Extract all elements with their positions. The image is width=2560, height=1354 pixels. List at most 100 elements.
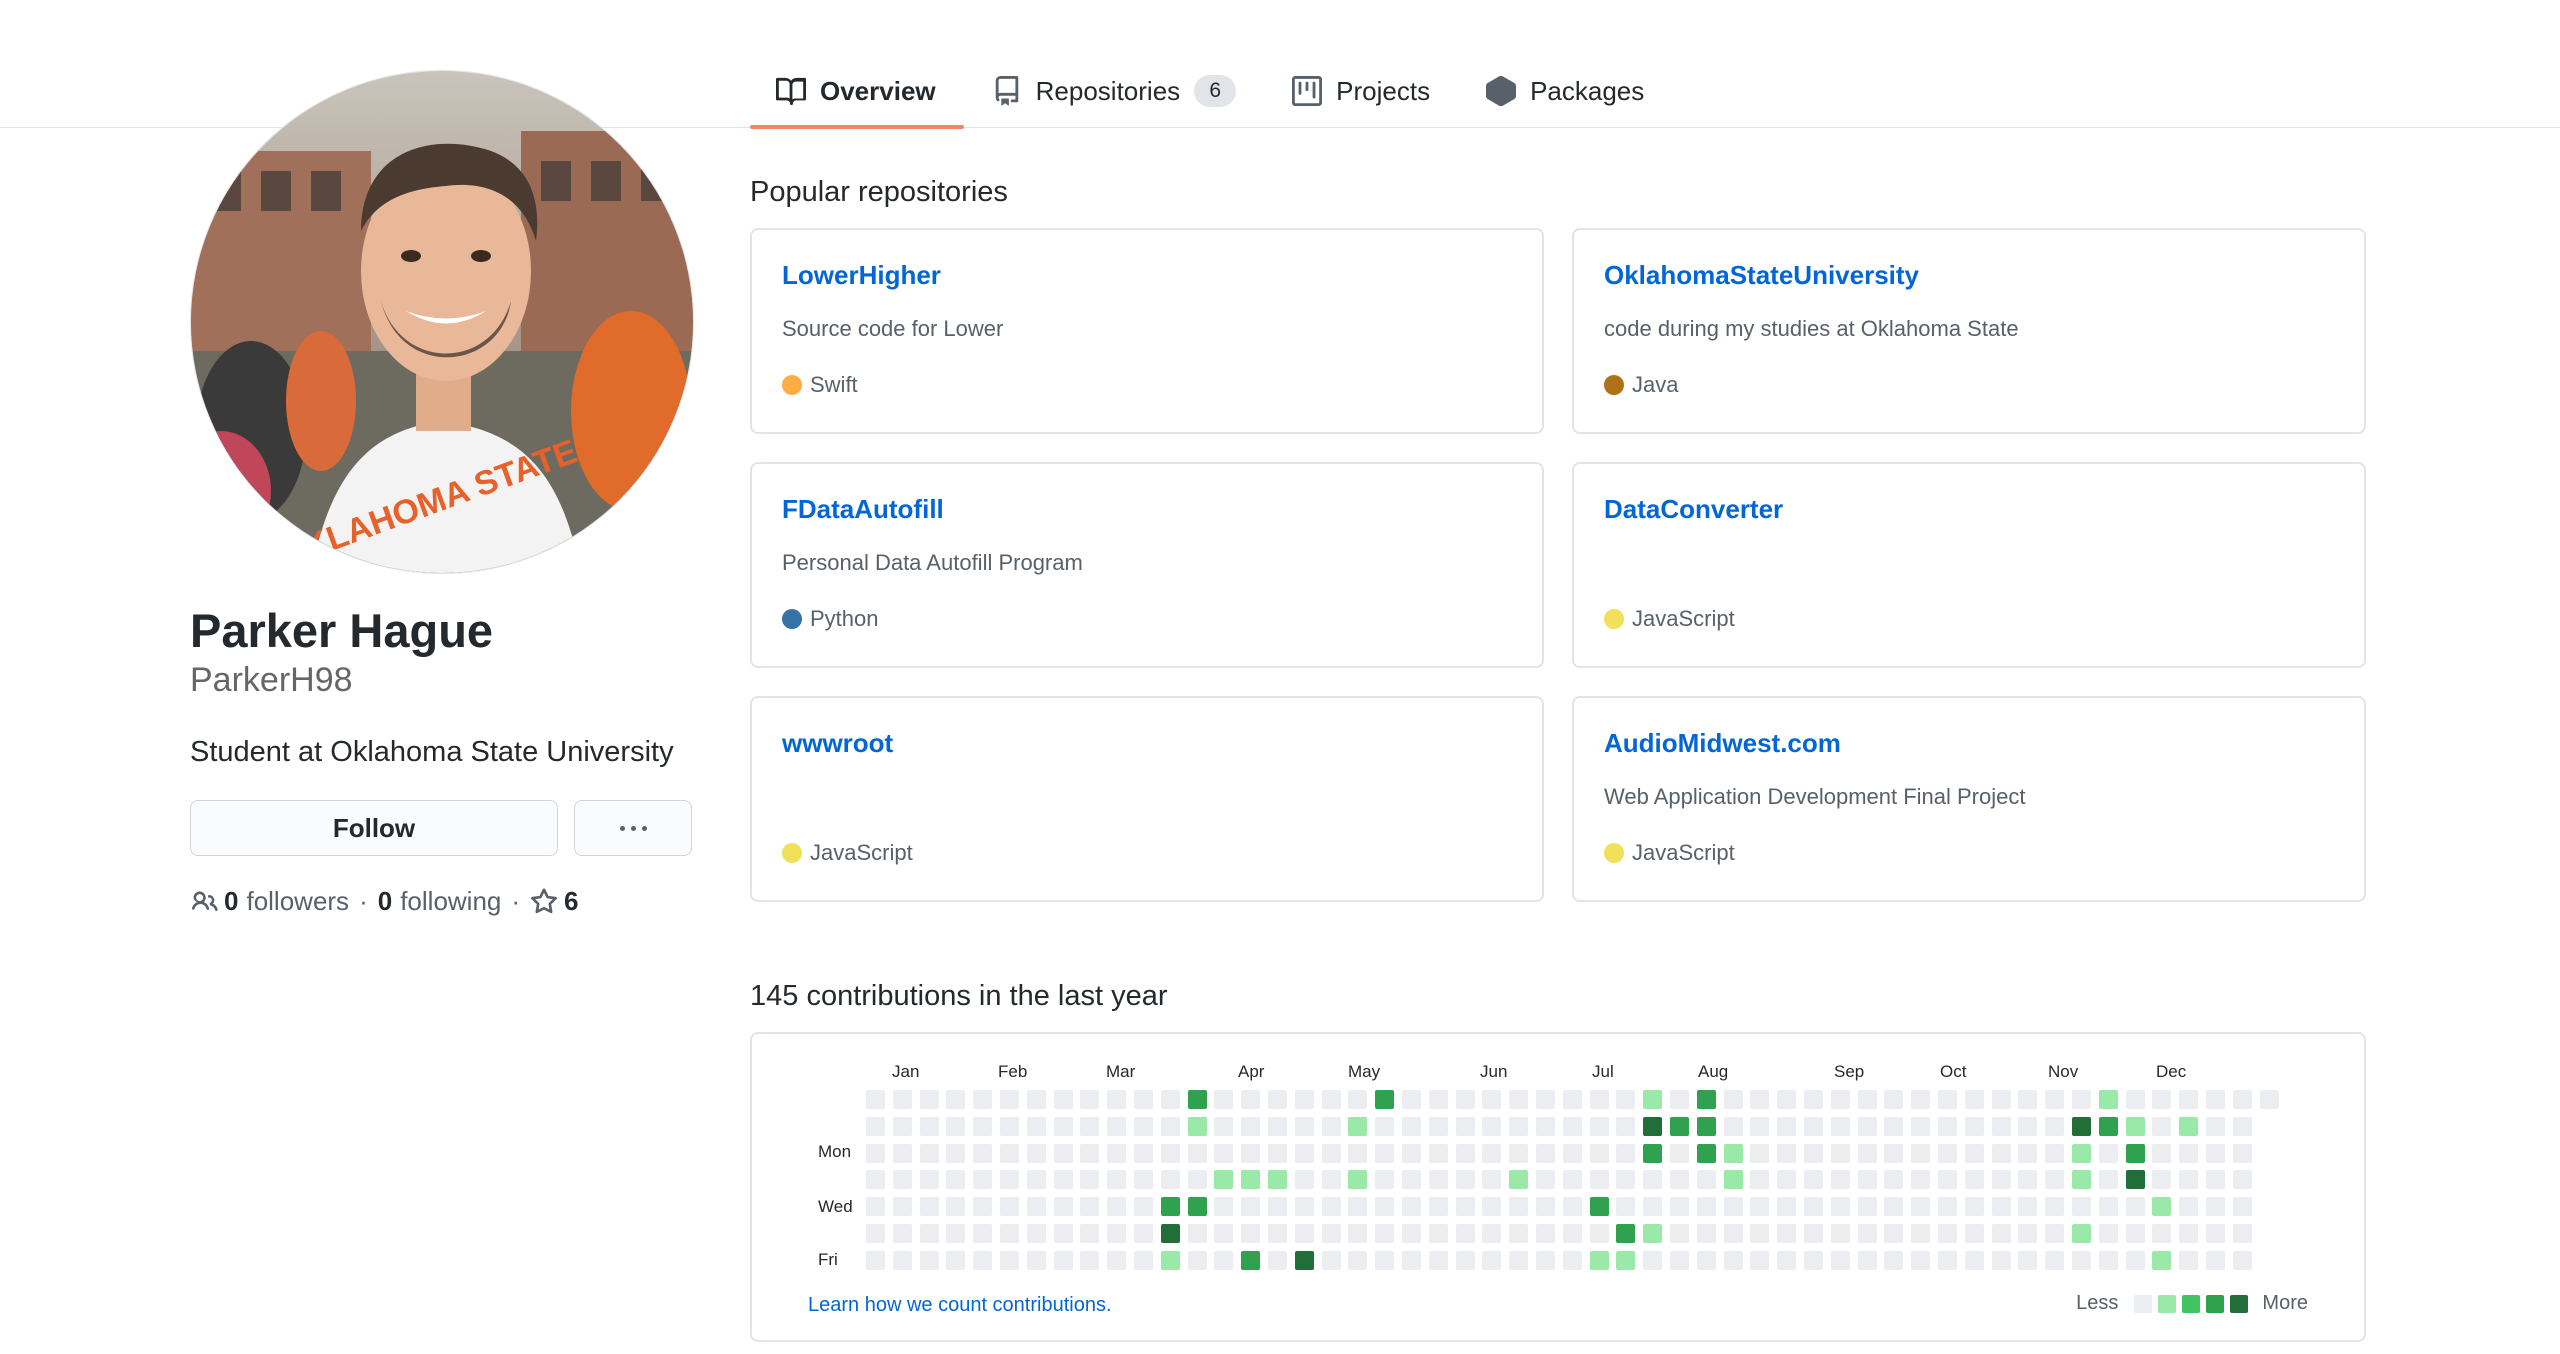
contribution-day[interactable] (1456, 1251, 1475, 1270)
contribution-day[interactable] (1750, 1224, 1769, 1243)
contribution-day[interactable] (1536, 1170, 1555, 1189)
contribution-day[interactable] (2018, 1224, 2037, 1243)
contribution-day[interactable] (1482, 1251, 1501, 1270)
contribution-day[interactable] (1456, 1170, 1475, 1189)
contribution-day[interactable] (1241, 1224, 1260, 1243)
contribution-day[interactable] (1911, 1144, 1930, 1163)
contribution-day[interactable] (2045, 1170, 2064, 1189)
contribution-day[interactable] (2099, 1170, 2118, 1189)
contribution-day[interactable] (946, 1117, 965, 1136)
contribution-day[interactable] (1402, 1144, 1421, 1163)
contribution-day[interactable] (1214, 1090, 1233, 1109)
contribution-day[interactable] (1322, 1197, 1341, 1216)
contribution-day[interactable] (2018, 1197, 2037, 1216)
contribution-day[interactable] (1992, 1090, 2011, 1109)
contribution-day[interactable] (1188, 1090, 1207, 1109)
contribution-day[interactable] (1375, 1144, 1394, 1163)
contribution-day[interactable] (1777, 1170, 1796, 1189)
contribution-day[interactable] (2018, 1251, 2037, 1270)
contribution-day[interactable] (1080, 1090, 1099, 1109)
contribution-day[interactable] (973, 1170, 992, 1189)
contribution-day[interactable] (1670, 1144, 1689, 1163)
contribution-day[interactable] (1750, 1170, 1769, 1189)
repo-name-link[interactable]: OklahomaStateUniversity (1604, 260, 1919, 291)
contribution-day[interactable] (1134, 1251, 1153, 1270)
contribution-day[interactable] (1697, 1224, 1716, 1243)
contribution-day[interactable] (2072, 1197, 2091, 1216)
contribution-day[interactable] (1911, 1251, 1930, 1270)
contribution-day[interactable] (1938, 1224, 1957, 1243)
contribution-day[interactable] (1161, 1170, 1180, 1189)
contribution-day[interactable] (1858, 1251, 1877, 1270)
contribution-day[interactable] (1482, 1170, 1501, 1189)
contribution-day[interactable] (1348, 1090, 1367, 1109)
contribution-day[interactable] (1670, 1197, 1689, 1216)
contribution-day[interactable] (2099, 1144, 2118, 1163)
contribution-day[interactable] (1616, 1144, 1635, 1163)
contribution-day[interactable] (1536, 1224, 1555, 1243)
contribution-day[interactable] (1027, 1251, 1046, 1270)
contribution-day[interactable] (920, 1144, 939, 1163)
contribution-day[interactable] (1804, 1197, 1823, 1216)
contribution-day[interactable] (2045, 1144, 2064, 1163)
contribution-day[interactable] (1536, 1090, 1555, 1109)
more-options-button[interactable] (574, 800, 692, 856)
contribution-day[interactable] (1080, 1197, 1099, 1216)
contribution-day[interactable] (1456, 1224, 1475, 1243)
contribution-day[interactable] (1080, 1144, 1099, 1163)
contribution-day[interactable] (2045, 1224, 2064, 1243)
contribution-day[interactable] (1536, 1117, 1555, 1136)
contribution-day[interactable] (1750, 1117, 1769, 1136)
contribution-day[interactable] (1697, 1090, 1716, 1109)
contribution-day[interactable] (866, 1251, 885, 1270)
contribution-day[interactable] (893, 1224, 912, 1243)
contribution-day[interactable] (2206, 1251, 2225, 1270)
stars-count[interactable]: 6 (564, 886, 578, 917)
contribution-day[interactable] (1054, 1170, 1073, 1189)
contribution-day[interactable] (1322, 1144, 1341, 1163)
contribution-day[interactable] (1563, 1144, 1582, 1163)
following-count[interactable]: 0 (378, 886, 392, 917)
followers-count[interactable]: 0 (224, 886, 238, 917)
contribution-day[interactable] (920, 1224, 939, 1243)
contribution-day[interactable] (2126, 1144, 2145, 1163)
contribution-day[interactable] (1429, 1144, 1448, 1163)
contribution-day[interactable] (1697, 1251, 1716, 1270)
contribution-day[interactable] (1241, 1197, 1260, 1216)
contribution-day[interactable] (2179, 1117, 2198, 1136)
contribution-day[interactable] (1241, 1117, 1260, 1136)
contribution-day[interactable] (1509, 1170, 1528, 1189)
contribution-day[interactable] (1000, 1224, 1019, 1243)
contribution-day[interactable] (1000, 1251, 1019, 1270)
contribution-day[interactable] (1911, 1090, 1930, 1109)
contribution-day[interactable] (1590, 1117, 1609, 1136)
contribution-day[interactable] (2045, 1090, 2064, 1109)
contribution-day[interactable] (1375, 1251, 1394, 1270)
contribution-day[interactable] (1456, 1197, 1475, 1216)
contribution-day[interactable] (2099, 1224, 2118, 1243)
contribution-day[interactable] (2179, 1197, 2198, 1216)
following-link[interactable]: following (400, 886, 501, 917)
contribution-day[interactable] (1884, 1224, 1903, 1243)
contribution-day[interactable] (2233, 1251, 2252, 1270)
contribution-day[interactable] (1214, 1170, 1233, 1189)
contribution-day[interactable] (2072, 1090, 2091, 1109)
contribution-day[interactable] (1777, 1197, 1796, 1216)
contribution-day[interactable] (1134, 1224, 1153, 1243)
contribution-day[interactable] (2152, 1090, 2171, 1109)
contribution-day[interactable] (1268, 1224, 1287, 1243)
contribution-day[interactable] (1992, 1117, 2011, 1136)
contribution-day[interactable] (1911, 1224, 1930, 1243)
repo-name-link[interactable]: FDataAutofill (782, 494, 944, 525)
contribution-day[interactable] (1992, 1251, 2011, 1270)
contribution-day[interactable] (1429, 1117, 1448, 1136)
contribution-day[interactable] (1214, 1197, 1233, 1216)
contribution-day[interactable] (1402, 1197, 1421, 1216)
contribution-day[interactable] (1992, 1144, 2011, 1163)
contribution-day[interactable] (1054, 1090, 1073, 1109)
contribution-day[interactable] (1214, 1224, 1233, 1243)
contribution-day[interactable] (1268, 1251, 1287, 1270)
contribution-day[interactable] (2045, 1251, 2064, 1270)
contribution-day[interactable] (1831, 1224, 1850, 1243)
contribution-day[interactable] (1054, 1197, 1073, 1216)
